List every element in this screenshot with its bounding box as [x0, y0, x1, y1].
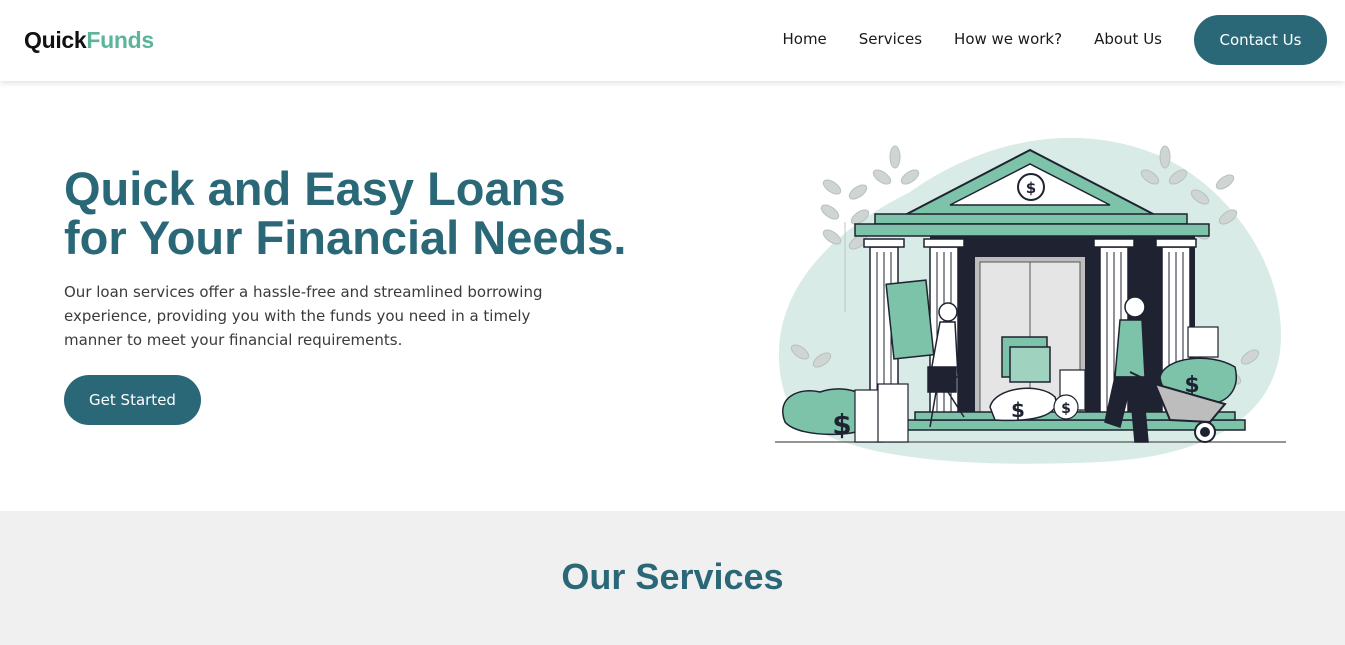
nav-home[interactable]: Home	[782, 30, 826, 48]
hero-title-line2: for Your Financial Needs.	[64, 211, 627, 264]
logo-part-quick: Quick	[24, 27, 87, 53]
nav-how-we-work[interactable]: How we work?	[954, 30, 1062, 48]
bank-illustration: $ $ $ $ $	[775, 137, 1286, 464]
get-started-button[interactable]: Get Started	[64, 375, 201, 425]
services-title: Our Services	[561, 556, 784, 597]
nav-services[interactable]: Services	[859, 30, 922, 48]
logo-part-funds: Funds	[86, 27, 154, 53]
hero-description: Our loan services offer a hassle-free an…	[64, 283, 543, 349]
logo[interactable]: QuickFunds	[24, 27, 154, 54]
svg-text:$: $	[832, 408, 851, 441]
contact-us-button[interactable]: Contact Us	[1194, 15, 1327, 65]
nav-about-us[interactable]: About Us	[1094, 30, 1162, 48]
hero-title-line1: Quick and Easy Loans	[64, 162, 566, 215]
svg-text:$: $	[1061, 401, 1071, 417]
svg-text:$: $	[1011, 398, 1025, 422]
nav-links: Home Services How we work? About Us	[782, 30, 1162, 48]
svg-text:$: $	[1026, 179, 1036, 197]
hero-title: Quick and Easy Loans for Your Financial …	[64, 164, 704, 262]
navbar: QuickFunds Home Services How we work? Ab…	[0, 0, 1345, 81]
